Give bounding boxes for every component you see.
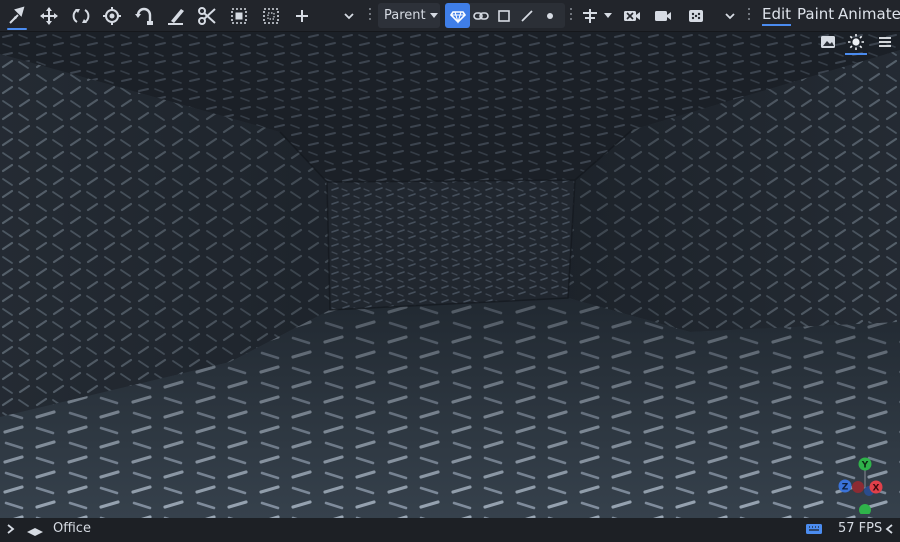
- keyboard-icon: [806, 524, 822, 534]
- main-toolbar: Parent Edit Paint Animate: [0, 0, 900, 32]
- select-box-tool-button[interactable]: [226, 3, 252, 28]
- mode-tab-animate[interactable]: Animate: [838, 5, 900, 23]
- toolbar-separator: [748, 8, 750, 23]
- pivot-icon: [583, 8, 597, 23]
- select-box-icon: [231, 7, 247, 24]
- toolbar-separator: [570, 8, 572, 23]
- vertex-mode-button[interactable]: [538, 3, 562, 28]
- transform-tool-button[interactable]: [131, 3, 157, 28]
- edge-mode-button[interactable]: [515, 3, 539, 28]
- tools-overflow-dropdown[interactable]: [336, 3, 362, 28]
- sun-icon: [848, 34, 864, 50]
- scissors-icon: [198, 6, 216, 25]
- scale-tool-button[interactable]: [99, 3, 125, 28]
- face-mode-button[interactable]: [492, 3, 516, 28]
- camera-options-button[interactable]: [619, 3, 645, 28]
- pivot-dropdown[interactable]: [601, 3, 615, 28]
- scene-selector[interactable]: [26, 526, 44, 541]
- dice-button[interactable]: [683, 3, 709, 28]
- mode-tab-paint[interactable]: Paint: [797, 5, 834, 23]
- select-area-tool-button[interactable]: [258, 3, 284, 28]
- transform-icon: [135, 7, 153, 25]
- edge-line-icon: [521, 9, 533, 22]
- mode-tab-edit[interactable]: Edit: [762, 5, 792, 26]
- view-options-dropdown[interactable]: [717, 3, 743, 28]
- scale-target-icon: [103, 6, 121, 25]
- add-tool-button[interactable]: [289, 3, 315, 28]
- move-arrows-icon: [40, 6, 58, 25]
- toolbar-separator: [369, 8, 371, 23]
- keyboard-button[interactable]: [805, 522, 823, 540]
- expand-panel-button[interactable]: [5, 522, 17, 540]
- select-tool-button[interactable]: [4, 3, 30, 30]
- chevron-left-icon: [885, 524, 893, 534]
- status-bar: Office 57 FPS: [0, 518, 900, 542]
- move-tool-button[interactable]: [36, 3, 62, 28]
- image-icon: [821, 36, 835, 48]
- viewport-lighting-button[interactable]: [845, 32, 867, 55]
- link-icon: [473, 11, 489, 20]
- scene-name: Office: [53, 521, 91, 536]
- scene-render: [0, 32, 900, 518]
- chevron-down-icon: [344, 12, 354, 19]
- parent-select-label: Parent: [384, 8, 426, 23]
- dice-icon: [689, 9, 703, 22]
- rotate-tool-button[interactable]: [68, 3, 94, 28]
- collapse-panel-button[interactable]: [884, 522, 896, 540]
- cut-tool-button[interactable]: [194, 3, 220, 28]
- viewport-image-button[interactable]: [817, 32, 839, 53]
- axis-neg-y-handle[interactable]: [859, 504, 871, 514]
- magnet-gem-icon: [449, 10, 466, 24]
- square-icon: [498, 9, 510, 22]
- chevron-right-icon: [7, 524, 15, 534]
- vertex-dot-icon: [547, 12, 553, 19]
- select-arrow-icon: [9, 6, 25, 24]
- hamburger-menu-icon: [879, 37, 891, 47]
- link-toggle-button[interactable]: [469, 3, 493, 28]
- paint-tool-button[interactable]: [163, 3, 189, 28]
- dotted-box-icon: [263, 7, 279, 24]
- camera-cross-icon: [624, 10, 640, 21]
- camera-view-button[interactable]: [650, 3, 676, 28]
- rotate-icon: [72, 8, 90, 23]
- axis-x-label: X: [873, 484, 880, 494]
- scene-plane-icon: [27, 528, 43, 536]
- 3d-viewport[interactable]: Y Z X: [0, 32, 900, 518]
- axis-z-label: Z: [842, 483, 849, 493]
- brush-icon: [168, 8, 184, 25]
- caret-down-icon: [429, 13, 438, 18]
- fps-counter: 57 FPS: [838, 521, 883, 536]
- plus-icon: [296, 9, 308, 22]
- pivot-button[interactable]: [578, 3, 602, 28]
- caret-down-icon: [604, 13, 612, 18]
- video-camera-icon: [655, 10, 671, 21]
- axis-gizmo[interactable]: Y Z X: [832, 454, 892, 514]
- viewport-menu-button[interactable]: [874, 32, 896, 53]
- chevron-down-icon: [725, 12, 735, 19]
- parent-space-select[interactable]: Parent: [378, 3, 440, 28]
- axis-y-label: Y: [861, 461, 869, 471]
- snap-toggle-button[interactable]: [445, 3, 470, 28]
- axis-neg-x-handle[interactable]: [852, 481, 864, 493]
